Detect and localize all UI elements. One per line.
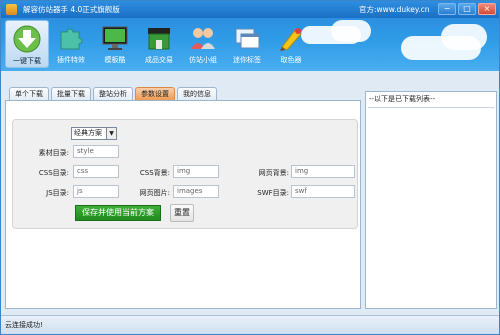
cloud-decoration (331, 20, 371, 42)
tab-settings[interactable]: 参数设置 (135, 87, 175, 100)
page-img-label: 网页图片: (139, 189, 170, 197)
color-picker-icon (276, 23, 306, 53)
maximize-button[interactable]: □ (458, 3, 476, 15)
toolbar-label: 一键下载 (13, 57, 41, 65)
title-bar: 解容仿站器手 4.0正式旗舰版 官方:www.dukey.cn − □ × (1, 1, 499, 18)
shop-icon (144, 23, 174, 53)
monitor-icon (100, 23, 130, 53)
puzzle-icon (56, 23, 86, 53)
css-bg-label: CSS背景: (139, 169, 170, 177)
toolbar-label: 插件特效 (57, 56, 85, 64)
toolbar-label: 模板酷 (104, 56, 126, 64)
css-dir-input[interactable]: css (73, 165, 119, 178)
css-dir-label: CSS目录: (38, 169, 69, 177)
toolbar-one-click-download[interactable]: 一键下载 (5, 20, 49, 68)
window-title: 解容仿站器手 4.0正式旗舰版 (23, 5, 120, 14)
close-button[interactable]: × (478, 3, 496, 15)
material-dir-label: 素材目录: (38, 149, 69, 157)
js-dir-label: JS目录: (46, 189, 69, 197)
js-dir-input[interactable]: js (73, 185, 119, 198)
toolbar-clone-group[interactable]: 仿站小组 (181, 20, 225, 68)
material-dir-input[interactable]: style (73, 145, 119, 158)
website-link[interactable]: 官方:www.dukey.cn (359, 4, 429, 15)
windows-icon (232, 23, 262, 53)
app-window: 解容仿站器手 4.0正式旗舰版 官方:www.dukey.cn − □ × 一键… (0, 0, 500, 335)
settings-panel: 经典方案 ▼ 素材目录: style CSS目录: css CSS背景: img… (12, 119, 358, 229)
app-logo-icon (6, 4, 17, 15)
tab-bar: 单个下载 批量下载 整站分析 参数设置 我的信息 (9, 87, 217, 100)
tab-my-info[interactable]: 我的信息 (177, 87, 217, 100)
save-and-use-button[interactable]: 保存并使用当前方案 (75, 205, 161, 221)
toolbar: 一键下载 插件特效 模板酷 成品交易 仿站小组 迷你标签 取色器 (1, 18, 499, 71)
toolbar-label: 迷你标签 (233, 56, 261, 64)
downloaded-list[interactable] (368, 107, 494, 307)
tab-batch-download[interactable]: 批量下载 (51, 87, 91, 100)
toolbar-mini-tags[interactable]: 迷你标签 (225, 20, 269, 68)
toolbar-plugin-effects[interactable]: 插件特效 (49, 20, 93, 68)
tab-site-analysis[interactable]: 整站分析 (93, 87, 133, 100)
minimize-button[interactable]: − (438, 3, 456, 15)
tab-single-download[interactable]: 单个下载 (9, 87, 49, 100)
scheme-select-value: 经典方案 (74, 129, 102, 137)
toolbar-label: 取色器 (280, 56, 302, 64)
toolbar-product-trade[interactable]: 成品交易 (137, 20, 181, 68)
swf-dir-input[interactable]: swf (291, 185, 355, 198)
page-img-input[interactable]: images (173, 185, 219, 198)
toolbar-label: 成品交易 (145, 56, 173, 64)
page-bg-label: 网页背景: (258, 169, 289, 177)
cloud-decoration (441, 24, 487, 50)
toolbar-color-picker[interactable]: 取色器 (269, 20, 313, 68)
download-arrow-icon (12, 24, 42, 54)
css-bg-input[interactable]: img (173, 165, 219, 178)
toolbar-label: 仿站小组 (189, 56, 217, 64)
downloaded-list-header: --以下是已下载列表-- (369, 95, 436, 103)
toolbar-template-cool[interactable]: 模板酷 (93, 20, 137, 68)
chevron-down-icon: ▼ (106, 128, 116, 139)
page-bg-input[interactable]: img (291, 165, 355, 178)
reset-button[interactable]: 重置 (170, 204, 194, 222)
status-bar: 云连接成功! (1, 315, 499, 334)
settings-tab-content: 经典方案 ▼ 素材目录: style CSS目录: css CSS背景: img… (5, 100, 361, 309)
scheme-select[interactable]: 经典方案 ▼ (71, 127, 117, 140)
swf-dir-label: SWF目录: (257, 189, 289, 197)
people-icon (188, 23, 218, 53)
downloaded-list-pane: --以下是已下载列表-- (365, 91, 497, 309)
status-text: 云连接成功! (5, 321, 43, 329)
